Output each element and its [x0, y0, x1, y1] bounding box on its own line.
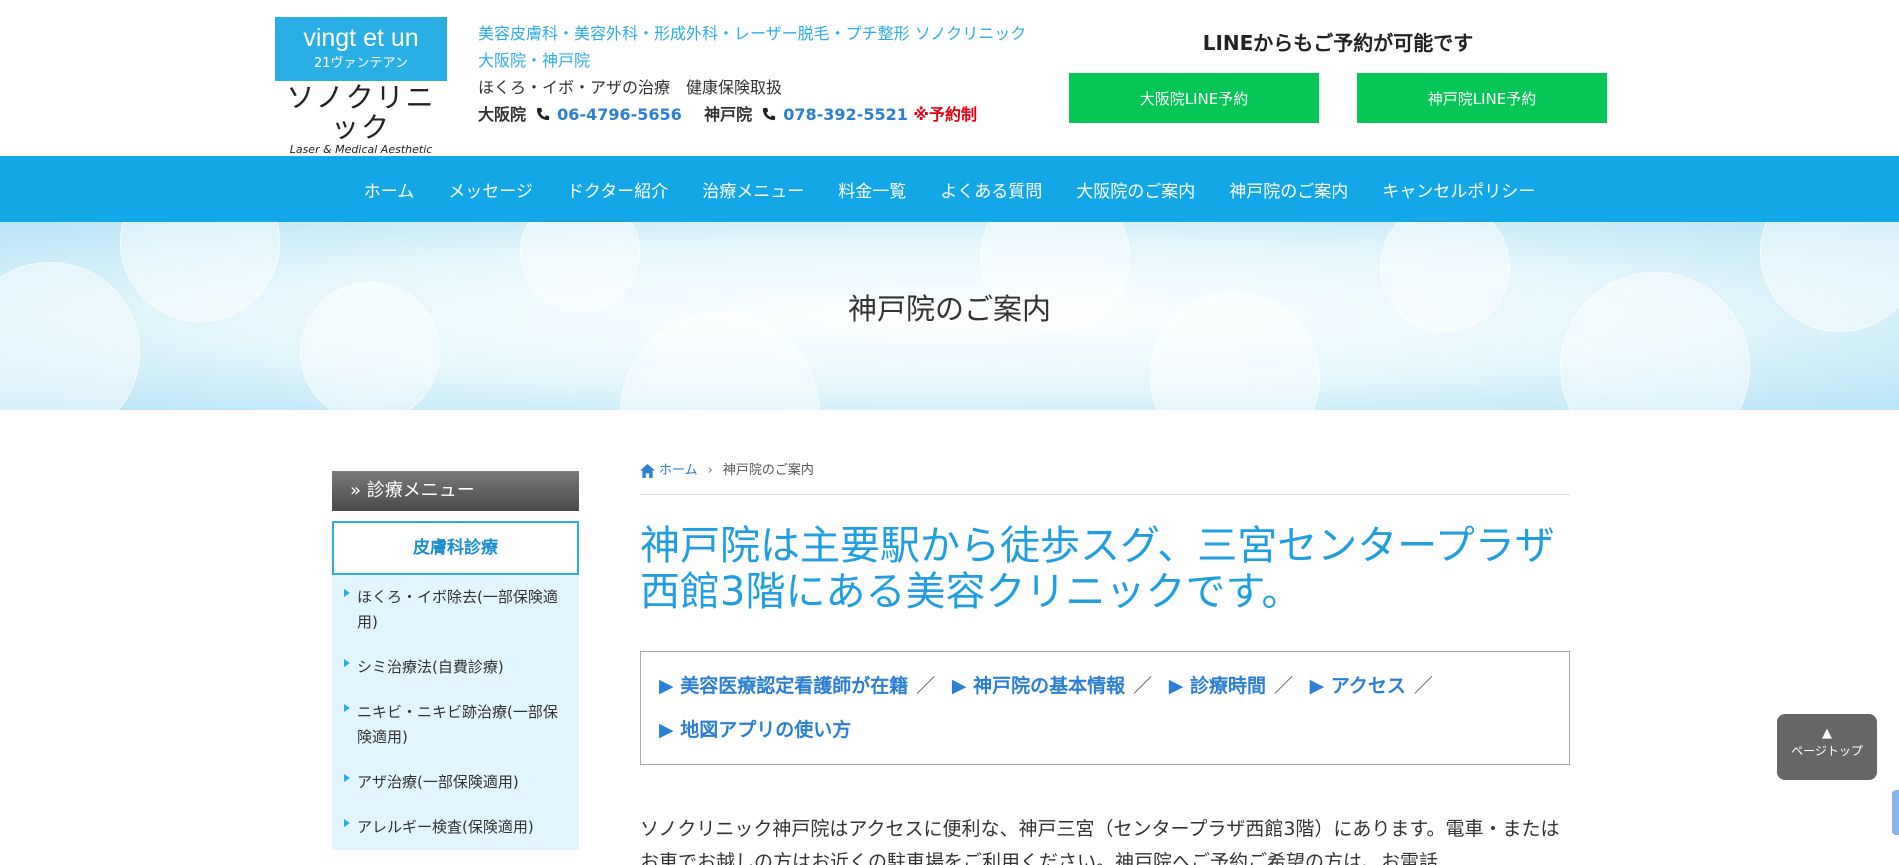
nav-doctor[interactable]: ドクター紹介	[567, 177, 668, 202]
sidebar: » 診療メニュー 皮膚科診療 ほくろ・イボ除去(一部保険適用) シミ治療法(自費…	[332, 471, 579, 850]
toc-link-hours[interactable]: ▶ 診療時間	[1169, 675, 1266, 697]
nav-treatment-menu[interactable]: 治療メニュー	[702, 177, 804, 202]
line-reservation: LINEからもご予約が可能です 大阪院LINE予約 神戸院LINE予約	[1069, 28, 1607, 123]
page-top-label: ページトップ	[1791, 744, 1863, 758]
nav-price-list[interactable]: 料金一覧	[838, 177, 906, 202]
sidebar-item-label: シミ治療法(自費診療)	[357, 658, 504, 676]
toc-link-nurse[interactable]: ▶ 美容医療認定看護師が在籍	[659, 675, 908, 697]
nav-cancel-policy[interactable]: キャンセルポリシー	[1382, 177, 1535, 202]
nav-faq[interactable]: よくある質問	[940, 177, 1042, 202]
triangle-icon	[344, 659, 350, 667]
triangle-icon	[344, 774, 350, 782]
hero-banner: 神戸院のご案内	[0, 222, 1899, 410]
table-of-contents: ▶ 美容医療認定看護師が在籍 ／ ▶ 神戸院の基本情報 ／ ▶ 診療時間 ／ ▶ アク…	[640, 651, 1570, 765]
logo-line-1: vingt et un	[303, 24, 419, 52]
toc-separator: ／	[916, 675, 936, 697]
sidebar-item-label: アレルギー検査(保険適用)	[357, 818, 534, 836]
logo-line-4: Laser & Medical Aesthetic	[289, 143, 433, 156]
sidebar-item[interactable]: ニキビ・ニキビ跡治療(一部保険適用)	[332, 690, 579, 760]
home-icon	[640, 464, 655, 478]
chevron-right-icon: ›	[707, 463, 713, 478]
sidebar-list: ほくろ・イボ除去(一部保険適用) シミ治療法(自費診療) ニキビ・ニキビ跡治療(…	[332, 575, 579, 850]
site-header: vingt et un 21ヴァンテアン ソノクリニック Laser & Med…	[0, 0, 1899, 156]
breadcrumb: ホーム › 神戸院のご案内	[640, 458, 1570, 495]
sidebar-item-label: ニキビ・ニキビ跡治療(一部保険適用)	[357, 703, 558, 746]
breadcrumb-current: 神戸院のご案内	[722, 463, 814, 478]
main-nav: ホーム メッセージ ドクター紹介 治療メニュー 料金一覧 よくある質問 大阪院の…	[0, 156, 1899, 222]
kobe-label: 神戸院	[704, 105, 753, 124]
sidebar-item-label: アザ治療(一部保険適用)	[357, 773, 519, 791]
sidebar-item[interactable]: シミ治療法(自費診療)	[332, 645, 579, 690]
sidebar-item[interactable]: ほくろ・イボ除去(一部保険適用)	[332, 575, 579, 645]
side-edge-tab[interactable]	[1892, 790, 1899, 835]
sidebar-item[interactable]: アザ治療(一部保険適用)	[332, 760, 579, 805]
nav-osaka-info[interactable]: 大阪院のご案内	[1076, 177, 1195, 202]
sidebar-item-label: ほくろ・イボ除去(一部保険適用)	[357, 588, 558, 631]
logo-top-band: vingt et un 21ヴァンテアン	[275, 17, 447, 81]
header-tagline: 美容皮膚科・美容外科・形成外科・レーザー脱毛・プチ整形 ソノクリニック	[478, 24, 1027, 43]
toc-link-map-app[interactable]: ▶ 地図アプリの使い方	[659, 719, 851, 741]
page-title: 神戸院のご案内	[847, 292, 1051, 326]
header-info: 美容皮膚科・美容外科・形成外科・レーザー脱毛・プチ整形 ソノクリニック 大阪院・…	[478, 20, 1026, 128]
header-treatments: ほくろ・イボ・アザの治療 健康保険取扱	[478, 78, 783, 97]
section-heading: 神戸院は主要駅から徒歩スグ、三宮センタープラザ西館3階にある美容クリニックです。	[640, 523, 1555, 615]
arrow-up-icon: ▲	[1822, 726, 1832, 741]
header-branches: 大阪院・神戸院	[478, 51, 591, 70]
kobe-line-button[interactable]: 神戸院LINE予約	[1357, 73, 1607, 123]
toc-separator: ／	[1273, 675, 1293, 697]
triangle-icon	[344, 589, 350, 597]
triangle-icon	[344, 819, 350, 827]
nav-home[interactable]: ホーム	[364, 177, 415, 202]
toc-link-basic-info[interactable]: ▶ 神戸院の基本情報	[952, 675, 1125, 697]
osaka-label: 大阪院	[478, 105, 527, 124]
page-top-button[interactable]: ▲ ページトップ	[1777, 714, 1877, 780]
triangle-icon	[344, 704, 350, 712]
logo-line-3: ソノクリニック	[286, 81, 436, 144]
osaka-line-button[interactable]: 大阪院LINE予約	[1069, 73, 1319, 123]
phone-icon	[536, 107, 549, 121]
line-title: LINEからもご予約が可能です	[1202, 31, 1474, 55]
intro-paragraph: ソノクリニック神戸院はアクセスに便利な、神戸三宮（センタープラザ西館3階）にあり…	[640, 818, 1560, 865]
osaka-phone-link[interactable]: 06-4796-5656	[557, 105, 682, 124]
clinic-logo[interactable]: vingt et un 21ヴァンテアン ソノクリニック Laser & Med…	[275, 17, 447, 156]
toc-separator: ／	[1133, 675, 1153, 697]
line-buttons: 大阪院LINE予約 神戸院LINE予約	[1069, 73, 1607, 123]
reservation-note: ※予約制	[913, 105, 977, 124]
main-content: ホーム › 神戸院のご案内 神戸院は主要駅から徒歩スグ、三宮センタープラザ西館3…	[640, 458, 1570, 865]
nav-message[interactable]: メッセージ	[448, 177, 533, 202]
sidebar-header: » 診療メニュー	[332, 471, 579, 511]
toc-link-access[interactable]: ▶ アクセス	[1310, 675, 1406, 697]
kobe-phone-link[interactable]: 078-392-5521	[783, 105, 908, 124]
nav-kobe-info[interactable]: 神戸院のご案内	[1229, 177, 1348, 202]
toc-separator: ／	[1413, 675, 1433, 697]
logo-bottom: ソノクリニック Laser & Medical Aesthetic	[275, 83, 447, 157]
bokeh-decoration	[0, 262, 140, 410]
sidebar-item[interactable]: アレルギー検査(保険適用)	[332, 805, 579, 850]
header-phones: 大阪院 06-4796-5656 神戸院 078-392-5521 ※予約制	[478, 101, 1026, 128]
breadcrumb-home-link[interactable]: ホーム	[659, 458, 698, 484]
phone-icon	[762, 107, 775, 121]
logo-line-2: 21ヴァンテアン	[313, 56, 409, 71]
sidebar-category-dermatology[interactable]: 皮膚科診療	[332, 521, 579, 575]
